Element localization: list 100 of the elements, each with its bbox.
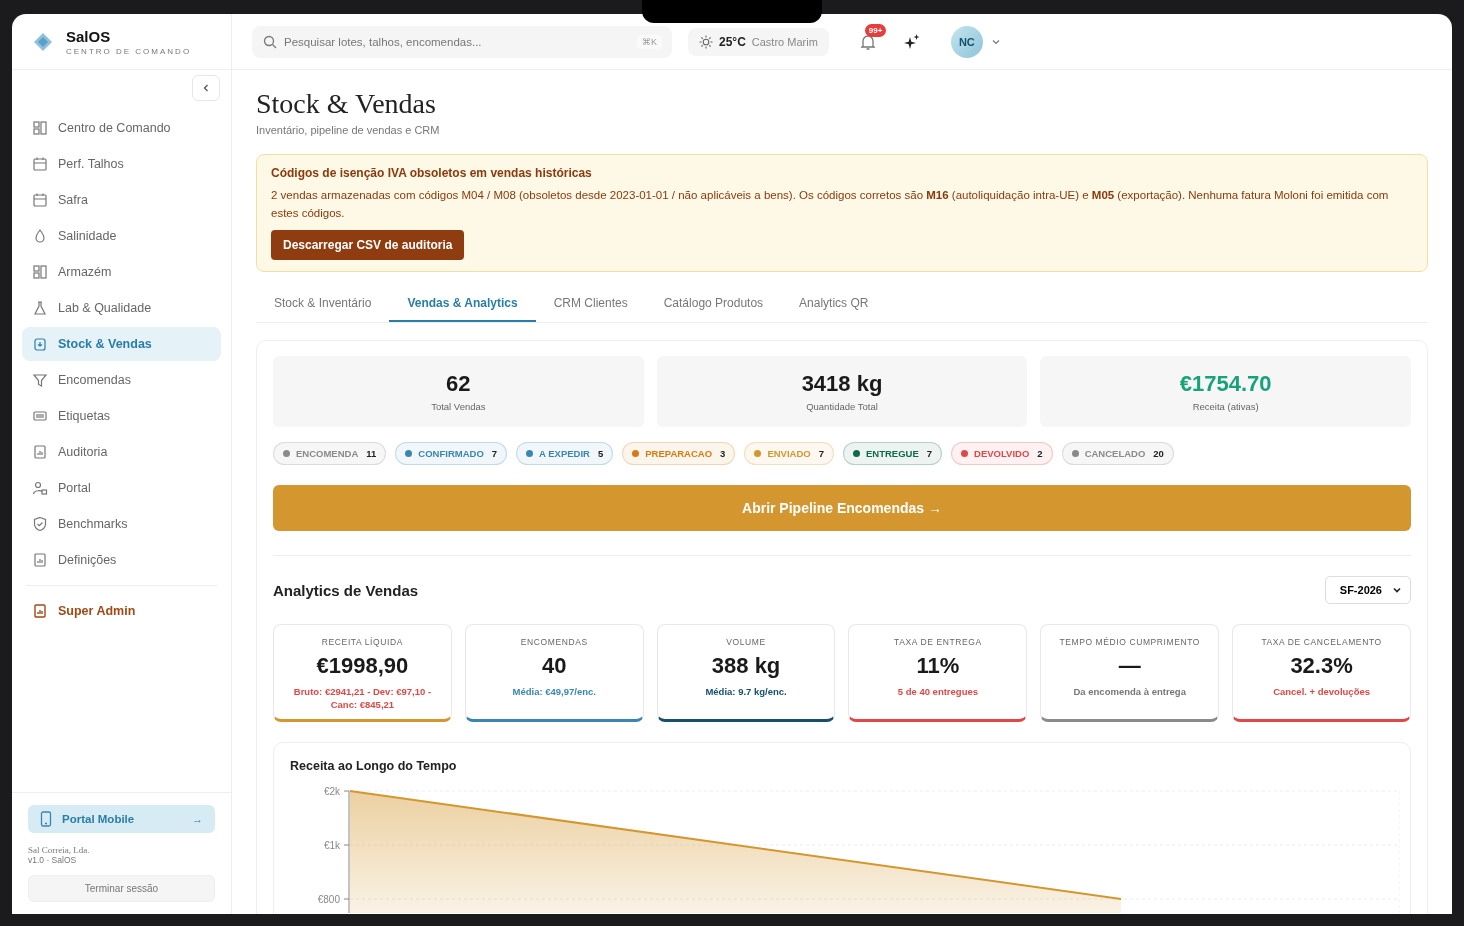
grid-icon xyxy=(32,264,48,280)
status-chip[interactable]: A EXPEDIR 5 xyxy=(516,442,614,465)
kpi-label: VOLUME xyxy=(726,637,766,647)
flask-icon xyxy=(32,300,48,316)
chart-icon xyxy=(32,603,48,619)
kpi-note: Média: 9.7 kg/enc. xyxy=(705,685,787,698)
status-chip[interactable]: CONFIRMADO 7 xyxy=(395,442,508,465)
status-label: ENCOMENDA xyxy=(296,448,359,459)
calendar-icon xyxy=(32,192,48,208)
warning-text: 2 vendas armazenadas com códigos M04 / M08 (obsoletos desde 2023-01-01 / não aplicáveis a bens). Os códigos corretos são M16 (autoliquidação intra-UE) e M05 (exportação). Nenhuma fatura Moloni foi emitida com estes códigos. xyxy=(271,188,1390,221)
kpi-note: Média: €49,97/enc. xyxy=(512,685,596,698)
stat-label: Receita (ativas) xyxy=(1192,401,1259,412)
sidebar-item[interactable]: Benchmarks xyxy=(22,507,221,541)
sidebar-item[interactable]: Etiquetas xyxy=(22,399,221,433)
brand-name: SalOS xyxy=(66,27,112,45)
status-count: 7 xyxy=(818,448,824,459)
status-label: ENTREGUE xyxy=(866,448,919,459)
kpi-note: Da encomenda à entrega xyxy=(1073,685,1186,698)
sidebar-item[interactable]: Perf. Talhos xyxy=(22,147,221,181)
sun-icon xyxy=(699,34,713,49)
arrow-icon: → xyxy=(192,813,203,825)
sidebar-item[interactable]: Safra xyxy=(22,183,221,217)
status-label: CANCELADO xyxy=(1084,448,1146,459)
axis-tick-label: €800 xyxy=(317,894,340,905)
status-chip[interactable]: CANCELADO 20 xyxy=(1061,442,1174,465)
logout-button[interactable]: Terminar sessão xyxy=(28,875,215,902)
mobile-portal-button[interactable]: Portal Mobile → xyxy=(28,805,215,833)
status-count: 3 xyxy=(720,448,726,459)
status-count: 7 xyxy=(491,448,498,459)
company-name: Sal Correia, Lda. xyxy=(28,845,91,855)
status-chip[interactable]: DEVOLVIDO 2 xyxy=(951,442,1053,465)
sidebar-item[interactable]: Encomendas xyxy=(22,363,221,397)
tab[interactable]: Stock & Inventário xyxy=(256,286,390,322)
sidebar-item[interactable]: Super Admin xyxy=(22,594,221,628)
user-avatar[interactable]: NC xyxy=(950,25,983,58)
kpi-label: TAXA DE ENTREGA xyxy=(894,637,982,647)
notification-badge: 99+ xyxy=(864,23,887,37)
stat-value: 3418 kg xyxy=(801,371,883,397)
sidebar-item[interactable]: Lab & Qualidade xyxy=(22,291,221,325)
chart-icon xyxy=(32,444,48,460)
status-count: 11 xyxy=(366,448,377,459)
label-icon xyxy=(32,408,48,424)
status-chip[interactable]: PREPARACAO 3 xyxy=(622,442,736,465)
grid-icon xyxy=(32,120,48,136)
status-label: CONFIRMADO xyxy=(418,448,484,459)
status-count: 20 xyxy=(1153,448,1164,459)
kpi-value: €1998,90 xyxy=(316,653,409,679)
sidebar-item[interactable]: Auditoria xyxy=(22,435,221,469)
status-chip[interactable]: ENCOMENDA 11 xyxy=(273,442,387,465)
tab[interactable]: Catálogo Produtos xyxy=(645,286,782,322)
sidebar-item[interactable]: Portal xyxy=(22,471,221,505)
kpi-label: RECEITA LÍQUIDA xyxy=(321,637,403,647)
status-count: 2 xyxy=(1037,448,1043,459)
page-title: Stock & Vendas xyxy=(256,88,437,120)
section-title: Analytics de Vendas xyxy=(273,581,419,599)
tab[interactable]: CRM Clientes xyxy=(535,286,646,322)
sidebar-item[interactable]: Salinidade xyxy=(22,219,221,253)
phone-icon xyxy=(40,811,52,827)
kpi-note: Bruto: €2941,21 - Dev: €97,10 - Canc: €845,21 xyxy=(292,685,433,711)
kpi-note: Cancel. + devoluções xyxy=(1273,685,1370,698)
calendar-icon xyxy=(32,156,48,172)
sidebar-item[interactable]: Centro de Comando xyxy=(22,111,221,145)
page-subtitle: Inventário, pipeline de vendas e CRM xyxy=(256,124,441,136)
temperature: 25°C xyxy=(719,34,746,49)
jar-icon xyxy=(32,336,48,352)
download-csv-button[interactable]: Descarregar CSV de auditoria xyxy=(271,230,465,260)
season-select[interactable]: SF-2026 xyxy=(1324,576,1411,604)
kpi-value: 388 kg xyxy=(711,653,781,679)
sidebar-item[interactable]: Armazém xyxy=(22,255,221,289)
kpi-label: TEMPO MÉDIO CUMPRIMENTO xyxy=(1059,637,1201,647)
chevron-left-icon xyxy=(201,83,211,93)
tab[interactable]: Vendas & Analytics xyxy=(389,286,536,322)
location: Castro Marim xyxy=(751,35,818,48)
logo-icon xyxy=(32,30,54,53)
status-chip[interactable]: ENVIADO 7 xyxy=(744,442,834,465)
shield-icon xyxy=(32,516,48,532)
chart-icon xyxy=(32,552,48,568)
tab[interactable]: Analytics QR xyxy=(781,286,887,322)
mobile-portal-label: Portal Mobile xyxy=(62,813,135,825)
kpi-value: 11% xyxy=(916,653,960,679)
status-label: PREPARACAO xyxy=(645,448,713,459)
stat-value: 62 xyxy=(446,371,471,397)
kpi-value: 40 xyxy=(542,653,567,679)
status-label: ENVIADO xyxy=(767,448,811,459)
status-label: DEVOLVIDO xyxy=(974,448,1030,459)
sidebar-item[interactable]: Stock & Vendas xyxy=(22,327,221,361)
chart-title: Receita ao Longo do Tempo xyxy=(290,759,458,773)
stat-value: €1754.70 xyxy=(1179,371,1272,397)
axis-tick-label: €1k xyxy=(323,840,340,851)
search-icon xyxy=(263,34,277,49)
sidebar-item[interactable]: Definições xyxy=(22,543,221,577)
stat-label: Total Vendas xyxy=(431,401,486,412)
version-text: v1.0 · SalOS xyxy=(28,855,78,865)
funnel-icon xyxy=(32,372,48,388)
status-label: A EXPEDIR xyxy=(539,448,590,459)
axis-tick-label: €2k xyxy=(323,786,340,797)
kpi-label: TAXA DE CANCELAMENTO xyxy=(1261,637,1382,647)
chevron-down-icon xyxy=(1392,585,1402,595)
kpi-note: 5 de 40 entregues xyxy=(897,685,979,698)
status-chip[interactable]: ENTREGUE 7 xyxy=(843,442,943,465)
